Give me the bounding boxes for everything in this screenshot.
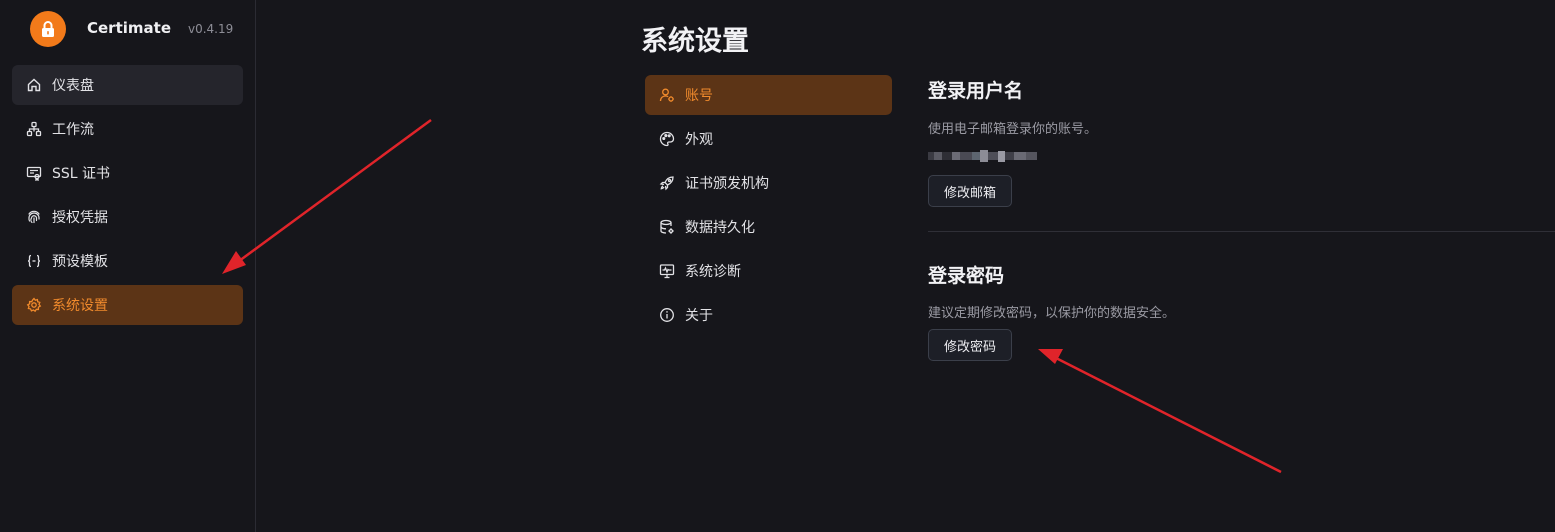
settings-tab-system-diagnostics[interactable]: 系统诊断 [645, 251, 892, 291]
settings-tab-label: 外观 [685, 132, 713, 148]
settings-tab-label: 账号 [685, 88, 713, 104]
sidebar-item-dashboard[interactable]: 仪表盘 [12, 65, 243, 105]
brand: Certimate v0.4.19 [0, 0, 255, 60]
palette-icon [659, 131, 675, 147]
gear-icon [26, 297, 42, 313]
workflow-icon [26, 121, 42, 137]
change-password-button[interactable]: 修改密码 [928, 329, 1013, 361]
settings-tab-certificate-authority[interactable]: 证书颁发机构 [645, 163, 892, 203]
sidebar-item-workflow[interactable]: 工作流 [12, 109, 243, 149]
app-name: Certimate [87, 19, 171, 37]
sidebar-item-label: 预设模板 [52, 254, 108, 270]
sidebar-item-label: 工作流 [52, 122, 94, 138]
sidebar: Certimate v0.4.19 仪表盘 工作流 SSL 证书 授权凭据 预设… [0, 0, 256, 532]
user-icon [659, 87, 675, 103]
fingerprint-icon [26, 209, 42, 225]
home-icon [26, 77, 42, 93]
masked-email [928, 149, 1037, 163]
rocket-icon [659, 175, 675, 191]
braces-icon [26, 253, 42, 269]
sidebar-item-label: 仪表盘 [52, 78, 94, 94]
settings-tab-label: 系统诊断 [685, 264, 741, 280]
change-email-button[interactable]: 修改邮箱 [928, 175, 1013, 207]
settings-tab-account[interactable]: 账号 [645, 75, 892, 115]
sidebar-item-preset-templates[interactable]: 预设模板 [12, 241, 243, 281]
certificate-icon [26, 165, 42, 181]
login-password-description: 建议定期修改密码，以保护你的数据安全。 [928, 306, 1176, 321]
arrow-to-change-password [1038, 349, 1282, 474]
settings-tab-about[interactable]: 关于 [645, 295, 892, 335]
app-version: v0.4.19 [188, 22, 234, 36]
app-window: Certimate v0.4.19 仪表盘 工作流 SSL 证书 授权凭据 预设… [0, 0, 1555, 532]
info-icon [659, 307, 675, 323]
settings-tab-appearance[interactable]: 外观 [645, 119, 892, 159]
settings-tab-label: 数据持久化 [685, 220, 755, 236]
settings-tab-label: 证书颁发机构 [685, 176, 769, 192]
section-divider [928, 231, 1555, 232]
sidebar-item-system-settings[interactable]: 系统设置 [12, 285, 243, 325]
lock-logo-icon [30, 11, 66, 47]
sidebar-item-label: SSL 证书 [52, 166, 111, 182]
sidebar-item-label: 系统设置 [52, 298, 108, 314]
login-password-title: 登录密码 [928, 265, 1005, 287]
login-username-description: 使用电子邮箱登录你的账号。 [928, 122, 1098, 137]
sidebar-item-label: 授权凭据 [52, 210, 108, 226]
settings-tab-data-persistence[interactable]: 数据持久化 [645, 207, 892, 247]
monitor-icon [659, 263, 675, 279]
login-username-title: 登录用户名 [928, 80, 1024, 102]
settings-tab-label: 关于 [685, 308, 713, 324]
database-icon [659, 219, 675, 235]
page-title: 系统设置 [641, 26, 749, 57]
sidebar-item-ssl-certificates[interactable]: SSL 证书 [12, 153, 243, 193]
sidebar-item-access-credentials[interactable]: 授权凭据 [12, 197, 243, 237]
